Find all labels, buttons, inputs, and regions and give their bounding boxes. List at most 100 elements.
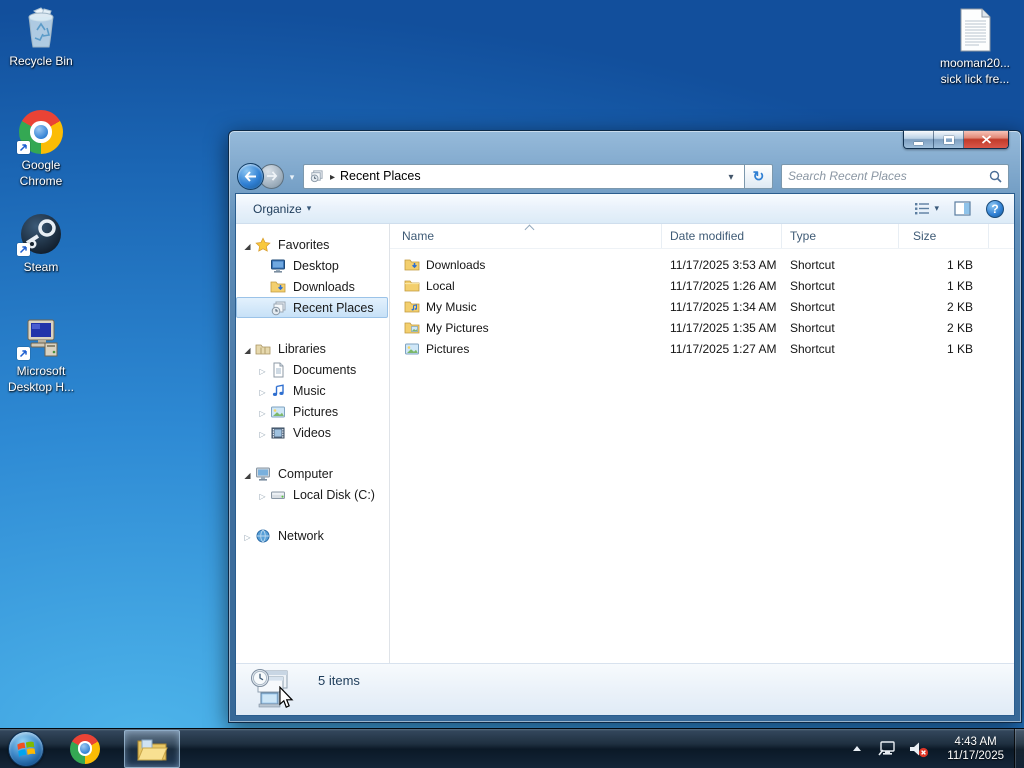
taskbar: 4:43 AM 11/17/2025 xyxy=(0,728,1024,768)
column-header-type[interactable]: Type xyxy=(782,224,899,248)
file-type: Shortcut xyxy=(790,299,835,314)
taskbar-explorer-button[interactable] xyxy=(124,729,180,768)
minimize-button[interactable] xyxy=(904,131,934,148)
music-folder-icon xyxy=(404,301,420,312)
expander-closed-icon[interactable] xyxy=(255,405,270,419)
back-button[interactable] xyxy=(237,162,264,190)
close-icon xyxy=(981,135,991,144)
volume-muted-icon[interactable] xyxy=(908,740,929,758)
recent-pages-dropdown[interactable] xyxy=(286,167,298,185)
show-desktop-button[interactable] xyxy=(1014,729,1024,768)
file-type: Shortcut xyxy=(790,320,835,335)
desktop-icon-recycle-bin[interactable]: Recycle Bin xyxy=(2,6,80,69)
nav-local-disk-c[interactable]: Local Disk (C:) xyxy=(236,484,389,505)
nav-label: Computer xyxy=(278,466,333,481)
start-button[interactable] xyxy=(8,730,44,767)
expander-closed-icon[interactable] xyxy=(255,363,270,377)
file-size: 1 KB xyxy=(946,257,973,272)
nav-downloads[interactable]: Downloads xyxy=(236,276,389,297)
file-row[interactable]: Downloads 11/17/2025 3:53 AM Shortcut 1 … xyxy=(390,254,1014,275)
file-row[interactable]: My Music 11/17/2025 1:34 AM Shortcut 2 K… xyxy=(390,296,1014,317)
network-tray-icon[interactable] xyxy=(877,740,896,757)
expander-closed-icon[interactable] xyxy=(255,384,270,398)
nav-network[interactable]: Network xyxy=(236,525,389,546)
shortcut-arrow-icon xyxy=(17,141,30,154)
file-type: Shortcut xyxy=(790,278,835,293)
taskbar-clock[interactable]: 4:43 AM 11/17/2025 xyxy=(947,735,1004,763)
change-view-button[interactable] xyxy=(914,202,939,215)
file-date: 11/17/2025 1:35 AM xyxy=(670,320,777,335)
organize-button[interactable]: Organize xyxy=(246,199,318,219)
mouse-cursor xyxy=(278,685,294,712)
desktop-icon-steam[interactable]: Steam xyxy=(2,212,80,275)
videos-icon xyxy=(270,425,288,441)
file-size: 2 KB xyxy=(946,299,973,314)
navigation-pane: Favorites Desktop Downloads xyxy=(236,224,390,663)
libraries-icon xyxy=(255,341,273,357)
nav-videos[interactable]: Videos xyxy=(236,422,389,443)
music-icon xyxy=(270,383,288,399)
nav-pictures[interactable]: Pictures xyxy=(236,401,389,422)
nav-desktop[interactable]: Desktop xyxy=(236,255,389,276)
file-name: Local xyxy=(426,278,455,293)
nav-documents[interactable]: Documents xyxy=(236,359,389,380)
sort-ascending-icon xyxy=(524,224,534,235)
minimize-icon xyxy=(914,141,923,145)
file-row[interactable]: Local 11/17/2025 1:26 AM Shortcut 1 KB xyxy=(390,275,1014,296)
file-date: 11/17/2025 1:26 AM xyxy=(670,278,777,293)
nav-label: Network xyxy=(278,528,324,543)
nav-recent-places[interactable]: Recent Places xyxy=(236,297,388,318)
recent-places-small-icon xyxy=(310,170,323,183)
nav-label: Local Disk (C:) xyxy=(293,487,375,502)
desktop-icon-label: Steam xyxy=(23,260,59,274)
column-header-size[interactable]: Size xyxy=(899,224,989,248)
nav-label: Recent Places xyxy=(293,300,374,315)
desktop-icon-mooman-document[interactable]: mooman20... sick lick fre... xyxy=(936,8,1014,87)
breadcrumb[interactable]: Recent Places xyxy=(340,169,421,183)
preview-pane-button[interactable] xyxy=(954,201,971,216)
expander-closed-icon[interactable] xyxy=(255,426,270,440)
search-box[interactable] xyxy=(781,163,1009,189)
expander-open-icon[interactable] xyxy=(240,238,255,252)
titlebar[interactable] xyxy=(229,130,1021,159)
search-icon xyxy=(989,170,1002,183)
file-row[interactable]: Pictures 11/17/2025 1:27 AM Shortcut 1 K… xyxy=(390,338,1014,359)
address-dropdown-icon[interactable] xyxy=(723,169,739,183)
desktop-icon-label: mooman20... xyxy=(939,56,1011,70)
show-hidden-icons-button[interactable] xyxy=(853,746,862,751)
desktop-icon-label: Microsoft Desktop H... xyxy=(7,364,75,394)
nav-music[interactable]: Music xyxy=(236,380,389,401)
column-header-date-modified[interactable]: Date modified xyxy=(662,224,782,248)
refresh-button[interactable] xyxy=(745,163,773,189)
nav-computer[interactable]: Computer xyxy=(236,463,389,484)
expander-closed-icon[interactable] xyxy=(240,529,255,543)
organize-label: Organize xyxy=(253,201,302,216)
column-header-name[interactable]: Name xyxy=(390,224,662,248)
desktop-icon-google-chrome[interactable]: Google Chrome xyxy=(2,110,80,189)
close-button[interactable] xyxy=(964,131,1008,148)
network-icon xyxy=(255,528,273,544)
nav-label: Libraries xyxy=(278,341,326,356)
help-button[interactable] xyxy=(986,199,1004,218)
address-bar[interactable]: Recent Places xyxy=(303,163,745,189)
nav-label: Favorites xyxy=(278,237,330,252)
nav-favorites[interactable]: Favorites xyxy=(236,234,389,255)
expander-open-icon[interactable] xyxy=(240,467,255,481)
file-date: 11/17/2025 3:53 AM xyxy=(670,257,777,272)
documents-icon xyxy=(270,362,288,378)
shortcut-arrow-icon xyxy=(17,243,30,256)
expander-closed-icon[interactable] xyxy=(255,488,270,502)
maximize-button[interactable] xyxy=(934,131,964,148)
taskbar-chrome-button[interactable] xyxy=(70,733,100,764)
desktop-icon-label: sick lick fre... xyxy=(940,72,1010,86)
search-input[interactable] xyxy=(788,169,989,183)
forward-arrow-icon xyxy=(266,171,277,181)
expander-open-icon[interactable] xyxy=(240,342,255,356)
file-type: Shortcut xyxy=(790,341,835,356)
file-type: Shortcut xyxy=(790,257,835,272)
nav-label: Downloads xyxy=(293,279,355,294)
desktop-icon-label: Recycle Bin xyxy=(9,54,73,68)
nav-libraries[interactable]: Libraries xyxy=(236,338,389,359)
desktop-icon-microsoft-desktop[interactable]: Microsoft Desktop H... xyxy=(2,316,80,395)
file-row[interactable]: My Pictures 11/17/2025 1:35 AM Shortcut … xyxy=(390,317,1014,338)
